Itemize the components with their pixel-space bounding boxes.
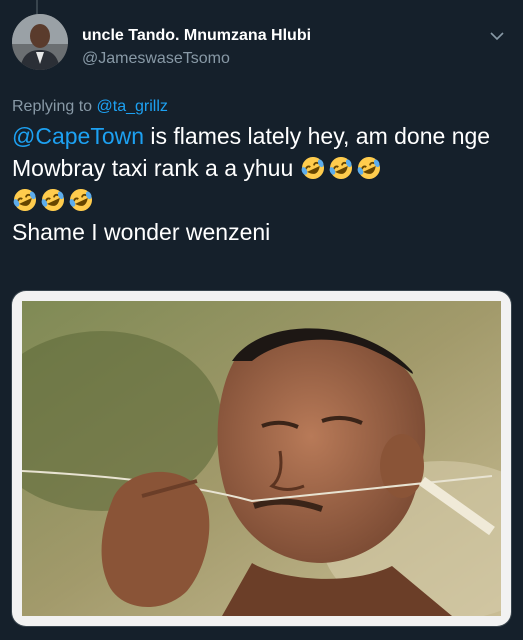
rolling-laughing-emoji-icon (329, 157, 352, 179)
chevron-down-icon[interactable] (489, 28, 505, 44)
rolling-laughing-emoji-icon (357, 157, 380, 179)
replying-prefix: Replying to (12, 98, 93, 115)
meme-photo (22, 301, 501, 616)
replying-to-line: Replying to @ta_grillz (12, 98, 168, 116)
avatar[interactable] (12, 14, 68, 70)
tweet-media-image[interactable] (12, 291, 511, 626)
display-name[interactable]: uncle Tando. Mnumzana Hlubi (82, 26, 311, 46)
author-names: uncle Tando. Mnumzana Hlubi @JameswaseTs… (82, 26, 311, 70)
thread-connector (36, 0, 38, 14)
rolling-laughing-emoji-icon (69, 189, 92, 211)
tweet-header: uncle Tando. Mnumzana Hlubi @JameswaseTs… (12, 14, 511, 84)
replying-to-mention[interactable]: @ta_grillz (97, 98, 168, 115)
tweet-text-line-3: Shame I wonder wenzeni (12, 219, 271, 245)
rolling-laughing-emoji-icon (13, 189, 36, 211)
rolling-laughing-emoji-icon (301, 157, 324, 179)
user-handle[interactable]: @JameswaseTsomo (82, 48, 311, 70)
capetown-mention[interactable]: @CapeTown (12, 123, 144, 149)
tweet-text: @CapeTown is flames lately hey, am done … (12, 120, 513, 248)
rolling-laughing-emoji-icon (41, 189, 64, 211)
